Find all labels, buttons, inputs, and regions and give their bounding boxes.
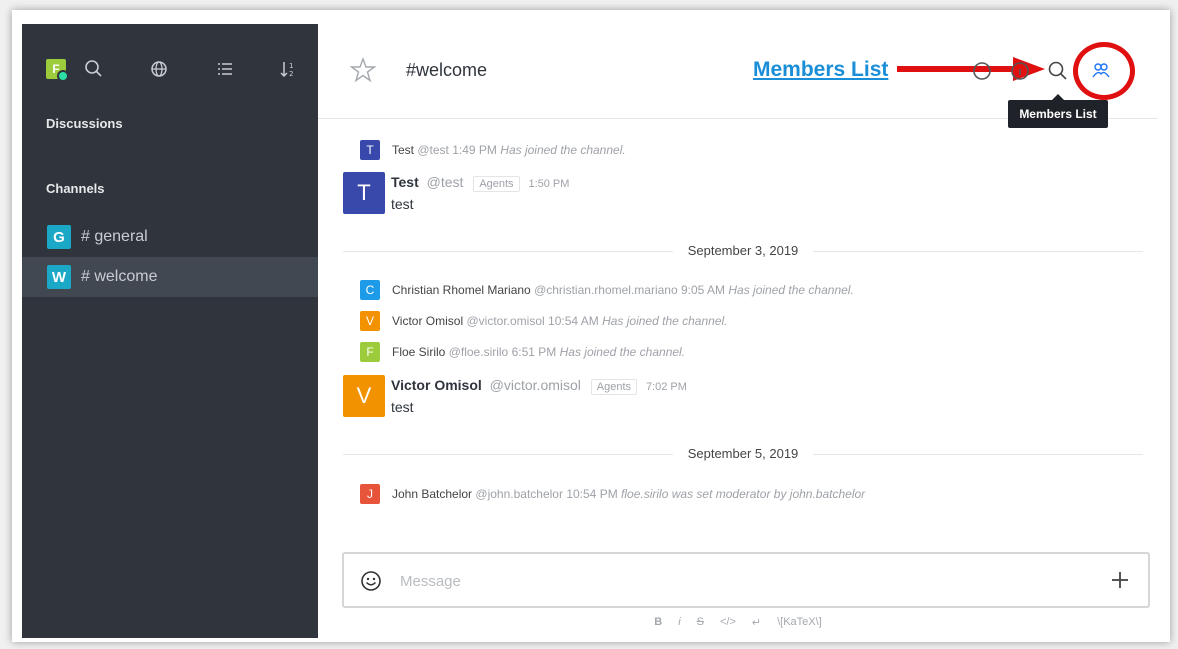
search-icon[interactable] bbox=[1048, 61, 1068, 81]
day-divider-date: September 3, 2019 bbox=[687, 243, 799, 258]
chat-message: T Test @test Agents 1:50 PM test bbox=[343, 172, 1043, 222]
system-message: F Floe Sirilo @floe.sirilo 6:51 PM Has j… bbox=[360, 342, 685, 362]
system-message: T Test @test 1:49 PM Has joined the chan… bbox=[360, 140, 626, 160]
username[interactable]: Christian Rhomel Mariano bbox=[392, 283, 531, 297]
message-time: 10:54 AM bbox=[548, 314, 599, 328]
message-time: 1:50 PM bbox=[528, 178, 570, 190]
call-icon[interactable] bbox=[972, 61, 992, 81]
channel-avatar: W bbox=[47, 265, 71, 289]
role-badge: Agents bbox=[590, 379, 638, 395]
day-divider: September 5, 2019 bbox=[343, 445, 1143, 465]
sidebar-item-welcome[interactable]: W # welcome bbox=[22, 257, 318, 297]
room-header: #welcome Members List Members List bbox=[318, 24, 1158, 128]
discussions-section-label[interactable]: Discussions bbox=[46, 116, 123, 131]
svg-text:1: 1 bbox=[289, 62, 293, 70]
sidebar: F 1 2 Discussions Channels G # general W… bbox=[22, 24, 318, 638]
username[interactable]: Floe Sirilo bbox=[392, 345, 445, 359]
info-icon[interactable] bbox=[1010, 61, 1030, 81]
user-handle: @john.batchelor bbox=[475, 487, 563, 501]
globe-icon[interactable] bbox=[149, 59, 169, 79]
star-icon[interactable] bbox=[350, 57, 376, 83]
sidebar-header: F 1 2 bbox=[22, 24, 318, 94]
channels-section-label: Channels bbox=[46, 181, 105, 196]
user-avatar[interactable]: C bbox=[360, 280, 380, 300]
channel-name: # general bbox=[81, 228, 148, 245]
username[interactable]: Victor Omisol bbox=[391, 377, 482, 393]
multiline-button[interactable]: ↵ bbox=[752, 616, 761, 636]
role-badge: Agents bbox=[473, 176, 520, 192]
sort-icon[interactable]: 1 2 bbox=[278, 59, 298, 79]
message-time: 7:02 PM bbox=[645, 381, 687, 393]
system-message: J John Batchelor @john.batchelor 10:54 P… bbox=[360, 484, 865, 504]
user-avatar[interactable]: T bbox=[343, 172, 385, 214]
svg-text:2: 2 bbox=[289, 70, 293, 78]
message-time: 10:54 PM bbox=[566, 487, 618, 501]
message-time: 6:51 PM bbox=[511, 345, 557, 359]
katex-button[interactable]: \[KaTeX\] bbox=[777, 616, 822, 636]
code-button[interactable]: </> bbox=[720, 616, 736, 636]
chat-message: V Victor Omisol @victor.omisol Agents 7:… bbox=[343, 375, 1043, 425]
username[interactable]: John Batchelor bbox=[392, 487, 472, 501]
user-avatar[interactable]: J bbox=[360, 484, 380, 504]
formatting-toolbar: B i S </> ↵ \[KaTeX\] bbox=[318, 616, 1158, 636]
sidebar-item-general[interactable]: G # general bbox=[22, 217, 318, 257]
user-handle: @victor.omisol bbox=[489, 377, 581, 393]
message-input[interactable] bbox=[398, 568, 1082, 594]
user-avatar[interactable]: F bbox=[360, 342, 380, 362]
user-handle: @victor.omisol bbox=[466, 314, 545, 328]
plus-icon[interactable] bbox=[1110, 570, 1130, 590]
system-message: C Christian Rhomel Mariano @christian.rh… bbox=[360, 280, 854, 300]
message-body: test bbox=[391, 399, 414, 415]
system-text: Has joined the channel. bbox=[559, 345, 686, 359]
user-handle: @test bbox=[426, 174, 464, 190]
system-text: Has joined the channel. bbox=[728, 283, 854, 297]
members-icon[interactable] bbox=[1090, 60, 1112, 82]
emoji-icon[interactable] bbox=[360, 570, 382, 592]
online-status-dot bbox=[57, 70, 69, 82]
search-icon[interactable] bbox=[84, 59, 104, 79]
members-list-annotation: Members List bbox=[753, 58, 889, 81]
user-handle: @christian.rhomel.mariano bbox=[534, 283, 678, 297]
message-header: Victor Omisol @victor.omisol Agents 7:02… bbox=[391, 377, 687, 395]
user-avatar[interactable]: V bbox=[360, 311, 380, 331]
message-header: Test @test Agents 1:50 PM bbox=[391, 174, 569, 192]
room-title: #welcome bbox=[406, 60, 488, 80]
username[interactable]: Test bbox=[392, 143, 414, 157]
user-avatar[interactable]: F bbox=[46, 59, 69, 82]
day-divider-date: September 5, 2019 bbox=[687, 446, 799, 461]
channel-avatar: G bbox=[47, 225, 71, 249]
channel-name: # welcome bbox=[81, 268, 158, 285]
list-icon[interactable] bbox=[215, 59, 235, 79]
message-time: 9:05 AM bbox=[681, 283, 726, 297]
user-avatar[interactable]: T bbox=[360, 140, 380, 160]
italic-button[interactable]: i bbox=[678, 616, 680, 636]
system-text: Has joined the channel. bbox=[602, 314, 728, 328]
system-text: floe.sirilo was set moderator by john.ba… bbox=[621, 487, 866, 501]
message-time: 1:49 PM bbox=[452, 143, 497, 157]
username[interactable]: Victor Omisol bbox=[392, 314, 463, 328]
message-list: T Test @test 1:49 PM Has joined the chan… bbox=[318, 118, 1158, 548]
user-handle: @floe.sirilo bbox=[448, 345, 509, 359]
strike-button[interactable]: S bbox=[697, 616, 704, 636]
username[interactable]: Test bbox=[391, 174, 419, 190]
system-text: Has joined the channel. bbox=[500, 143, 626, 157]
user-avatar[interactable]: V bbox=[343, 375, 385, 417]
user-handle: @test bbox=[417, 143, 449, 157]
bold-button[interactable]: B bbox=[654, 616, 662, 636]
message-composer bbox=[342, 552, 1150, 608]
system-message: V Victor Omisol @victor.omisol 10:54 AM … bbox=[360, 311, 728, 331]
day-divider: September 3, 2019 bbox=[343, 242, 1143, 262]
message-body: test bbox=[391, 196, 414, 212]
